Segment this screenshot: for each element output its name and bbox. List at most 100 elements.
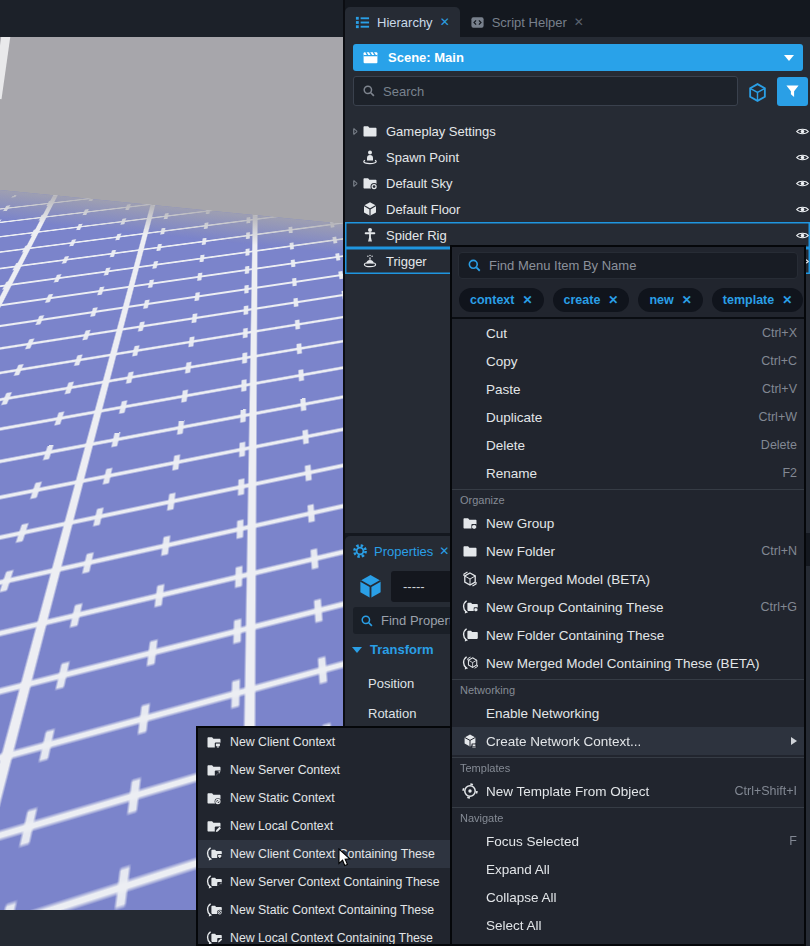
transform-section-label: Transform (370, 642, 434, 657)
tree-row-label: Spawn Point (386, 150, 459, 165)
visibility-eye-icon[interactable] (795, 124, 810, 139)
visibility-eye-icon[interactable] (795, 176, 810, 191)
script-helper-icon (470, 15, 485, 30)
menu-group-organize: Organize New Group New FolderCtrl+N New … (452, 489, 804, 677)
static-context-arc-icon (206, 902, 224, 918)
server-context-icon (206, 762, 224, 778)
tab-hierarchy-label: Hierarchy (377, 15, 433, 30)
object-name-value: ----- (403, 579, 425, 594)
search-icon (467, 258, 482, 273)
tree-row-default-floor[interactable]: Default Floor (345, 196, 810, 222)
chip-template[interactable]: template ✕ (712, 288, 803, 312)
folder-box-icon (462, 515, 482, 531)
menu-item-new-template[interactable]: New Template From ObjectCtrl+Shift+I (452, 777, 804, 805)
chip-create[interactable]: create ✕ (553, 288, 630, 312)
scene-clapperboard-icon (362, 49, 379, 66)
tab-script-helper-close-icon[interactable]: ✕ (574, 15, 584, 29)
menu-item-collapse-all[interactable]: Collapse All (452, 883, 804, 911)
menu-item-new-merged-containing[interactable]: New Merged Model Containing These (BETA) (452, 649, 804, 677)
tree-row-spawn-point[interactable]: Spawn Point (345, 144, 810, 170)
menu-item-copy[interactable]: CopyCtrl+C (452, 347, 804, 375)
expand-arrow-icon[interactable] (349, 127, 362, 136)
visibility-eye-icon[interactable] (795, 202, 810, 217)
merged-arc-icon (462, 655, 482, 671)
chevron-down-icon (784, 55, 794, 61)
scene-selector[interactable]: Scene: Main (353, 44, 803, 71)
menu-item-new-merged-model[interactable]: New Merged Model (BETA) (452, 565, 804, 593)
folder-badge-icon (362, 175, 380, 191)
object-cube-icon (357, 573, 384, 600)
menu-search-placeholder: Find Menu Item By Name (489, 258, 636, 273)
submenu-item-new-local-context[interactable]: New Local Context (198, 812, 450, 840)
template-icon (462, 783, 482, 799)
client-context-arc-icon (206, 846, 224, 862)
chip-remove-icon[interactable]: ✕ (782, 293, 792, 307)
property-search-placeholder: Find Property (381, 613, 459, 628)
submenu-item-new-server-context-containing[interactable]: New Server Context Containing These (198, 868, 450, 896)
property-position-label: Position (368, 676, 414, 691)
folder-icon (362, 123, 380, 139)
cube-icon (747, 82, 768, 103)
filter-icon (785, 84, 800, 99)
chip-remove-icon[interactable]: ✕ (682, 293, 692, 307)
tree-row-label: Default Sky (386, 176, 452, 191)
network-cube-icon (462, 733, 482, 749)
menu-group-navigate: Navigate Focus SelectedF Expand All Coll… (452, 807, 804, 939)
tree-row-gameplay-settings[interactable]: Gameplay Settings (345, 118, 810, 144)
menu-search-input[interactable]: Find Menu Item By Name (458, 252, 798, 279)
static-context-icon (206, 790, 224, 806)
hierarchy-search-input[interactable]: Search (353, 76, 738, 106)
asset-cube-button[interactable] (744, 79, 770, 105)
menu-item-select-all[interactable]: Select All (452, 911, 804, 939)
tab-hierarchy-close-icon[interactable]: ✕ (440, 15, 450, 29)
chip-remove-icon[interactable]: ✕ (522, 293, 532, 307)
tab-script-helper-label: Script Helper (492, 15, 567, 30)
menu-group-networking: Networking Enable Networking Create Netw… (452, 679, 804, 755)
menu-item-new-folder-containing[interactable]: New Folder Containing These (452, 621, 804, 649)
tab-hierarchy[interactable]: Hierarchy ✕ (345, 7, 460, 37)
tab-script-helper[interactable]: Script Helper ✕ (460, 7, 594, 37)
submenu-arrow-icon (791, 737, 797, 745)
filter-button[interactable] (777, 77, 808, 106)
tree-row-default-sky[interactable]: Default Sky (345, 170, 810, 196)
chip-remove-icon[interactable]: ✕ (608, 293, 618, 307)
menu-item-duplicate[interactable]: DuplicateCtrl+W (452, 403, 804, 431)
menu-item-paste[interactable]: PasteCtrl+V (452, 375, 804, 403)
submenu-item-new-server-context[interactable]: New Server Context (198, 756, 450, 784)
tree-row-label: Trigger (386, 254, 427, 269)
submenu-item-new-client-context[interactable]: New Client Context (198, 728, 450, 756)
menu-item-create-network-context[interactable]: Create Network Context... (452, 727, 804, 755)
menu-item-rename[interactable]: RenameF2 (452, 459, 804, 487)
submenu-item-new-static-context[interactable]: New Static Context (198, 784, 450, 812)
submenu-item-new-static-context-containing[interactable]: New Static Context Containing These (198, 896, 450, 924)
menu-item-expand-all[interactable]: Expand All (452, 855, 804, 883)
visibility-eye-icon[interactable] (795, 228, 810, 243)
menu-item-new-group-containing[interactable]: New Group Containing TheseCtrl+G (452, 593, 804, 621)
folder-icon (462, 543, 482, 559)
visibility-eye-icon[interactable] (795, 150, 810, 165)
collapse-triangle-icon (352, 647, 362, 653)
local-context-arc-icon (206, 930, 224, 946)
chip-new[interactable]: new ✕ (638, 288, 702, 312)
expand-arrow-icon[interactable] (349, 179, 362, 188)
tab-properties-close-icon[interactable]: ✕ (439, 544, 449, 558)
transform-section-header[interactable]: Transform (352, 642, 434, 657)
menu-group-header: Networking (452, 680, 804, 699)
menu-item-delete[interactable]: DeleteDelete (452, 431, 804, 459)
menu-item-enable-networking[interactable]: Enable Networking (452, 699, 804, 727)
menu-item-new-folder[interactable]: New FolderCtrl+N (452, 537, 804, 565)
server-context-arc-icon (206, 874, 224, 890)
chip-context[interactable]: context ✕ (459, 288, 544, 312)
submenu-item-new-local-context-containing[interactable]: New Local Context Containing These (198, 924, 450, 946)
client-context-icon (206, 734, 224, 750)
local-context-icon (206, 818, 224, 834)
menu-group-header: Templates (452, 758, 804, 777)
menu-item-focus-selected[interactable]: Focus SelectedF (452, 827, 804, 855)
tab-properties[interactable]: Properties ✕ (345, 536, 458, 566)
editor-screen: Hierarchy ✕ Script Helper ✕ Scene: Main … (0, 0, 810, 946)
hierarchy-search-placeholder: Search (383, 84, 424, 99)
menu-item-cut[interactable]: CutCtrl+X (452, 319, 804, 347)
menu-item-new-group[interactable]: New Group (452, 509, 804, 537)
submenu-item-new-client-context-containing[interactable]: New Client Context Containing These (198, 840, 450, 868)
context-menu: Find Menu Item By Name context ✕ create … (450, 245, 806, 946)
